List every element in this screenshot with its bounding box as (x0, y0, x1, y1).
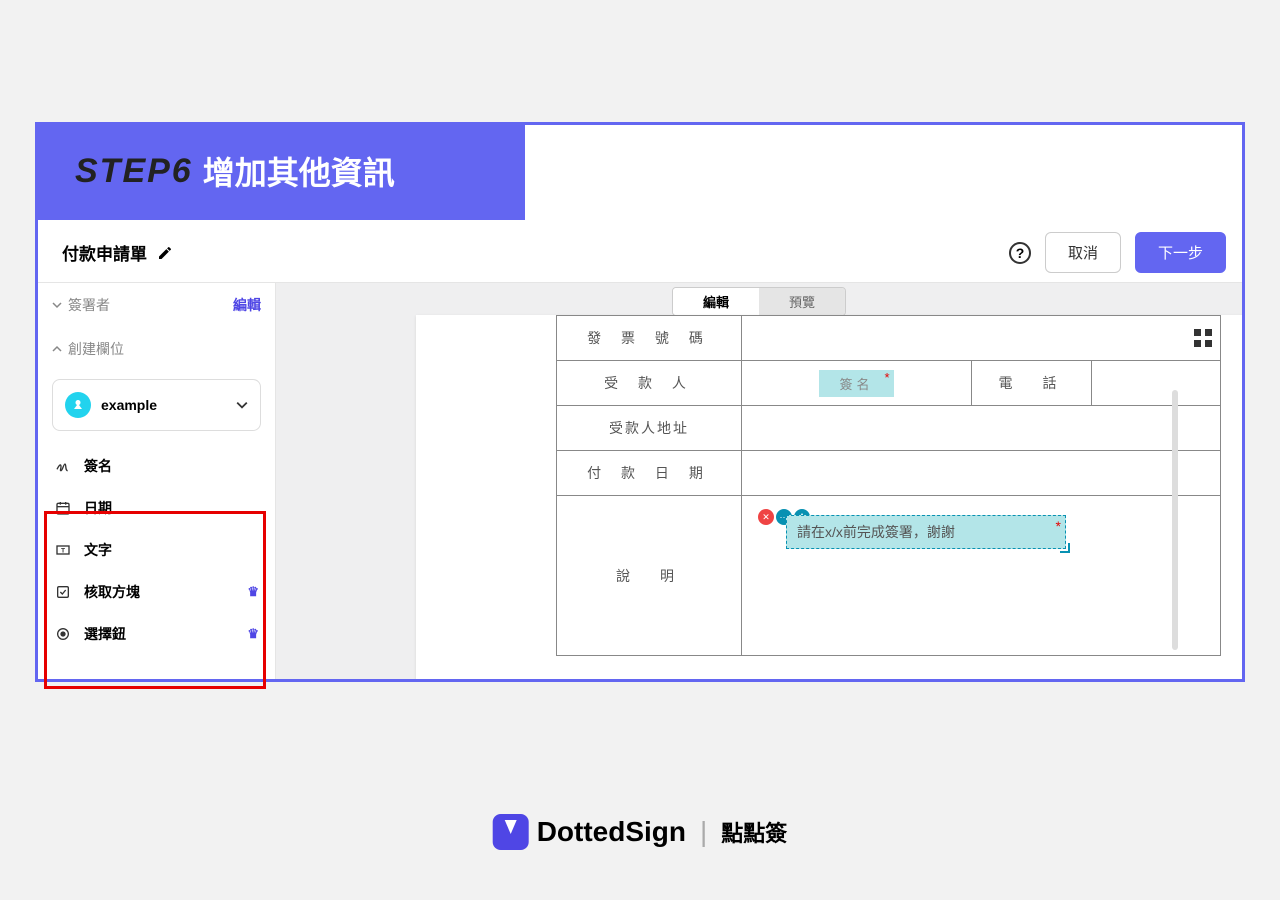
form-table: 發 票 號 碼 受 款 人 簽名 * 電 話 受款人地址 付 款 (556, 315, 1221, 656)
chevron-down-icon (52, 300, 62, 310)
field-checkbox-label: 核取方塊 (84, 582, 140, 602)
signer-avatar (65, 392, 91, 418)
signer-name: example (101, 397, 157, 413)
document-title: 付款申請單 (62, 240, 173, 265)
field-radio[interactable]: 選擇鈕 ♛ (38, 613, 275, 655)
brand-footer: DottedSign | 點點簽 (493, 814, 788, 850)
field-date[interactable]: 日期 (38, 487, 275, 529)
checkbox-icon (54, 583, 72, 601)
grid-view-icon[interactable] (1194, 329, 1212, 347)
field-signature[interactable]: 簽名 (38, 445, 275, 487)
field-radio-label: 選擇鈕 (84, 624, 126, 644)
scrollbar[interactable] (1172, 390, 1178, 650)
row-paydate-label: 付 款 日 期 (557, 451, 742, 496)
field-signature-label: 簽名 (84, 456, 112, 476)
edit-icon[interactable] (157, 245, 173, 261)
row-desc-label: 說 明 (557, 496, 742, 656)
chevron-up-icon (52, 344, 62, 354)
chevron-down-icon (236, 399, 248, 411)
field-checkbox[interactable]: 核取方塊 ♛ (38, 571, 275, 613)
signers-label: 簽署者 (68, 295, 110, 315)
text-field-instance[interactable]: 請在x/x前完成簽署，謝謝 * (786, 515, 1066, 549)
radio-icon (54, 625, 72, 643)
field-text[interactable]: T 文字 (38, 529, 275, 571)
tab-preview[interactable]: 預覽 (759, 288, 845, 315)
signer-selector[interactable]: example (52, 379, 261, 431)
help-icon[interactable]: ? (1009, 242, 1031, 264)
view-tabs: 編輯 預覽 (672, 287, 846, 316)
document-title-text: 付款申請單 (62, 240, 147, 265)
brand-name: DottedSign (537, 816, 686, 848)
create-fields-section-header[interactable]: 創建欄位 (38, 327, 275, 371)
signature-field-placeholder[interactable]: 簽名 * (819, 370, 893, 397)
step-banner: STEP6 增加其他資訊 (35, 122, 525, 220)
svg-text:T: T (61, 548, 65, 555)
field-text-label: 文字 (84, 540, 112, 560)
step-number: STEP6 (75, 152, 193, 191)
brand-logo-icon (493, 814, 529, 850)
resize-handle[interactable] (1060, 543, 1070, 553)
create-fields-label: 創建欄位 (68, 339, 124, 359)
tab-edit[interactable]: 編輯 (673, 288, 759, 315)
document-page[interactable]: 發 票 號 碼 受 款 人 簽名 * 電 話 受款人地址 付 款 (416, 315, 1242, 679)
row-address-label: 受款人地址 (557, 406, 742, 451)
cancel-button[interactable]: 取消 (1045, 232, 1121, 273)
row-payee-label: 受 款 人 (557, 361, 742, 406)
field-palette: 簽名 日期 T 文字 核取方塊 ♛ 選擇鈕 ♛ (38, 445, 275, 655)
edit-signers-link[interactable]: 編輯 (233, 295, 261, 315)
sidebar: 簽署者 編輯 創建欄位 example 簽名 (38, 283, 276, 679)
required-mark: * (1056, 518, 1061, 534)
calendar-icon (54, 499, 72, 517)
text-icon: T (54, 541, 72, 559)
step-title: 增加其他資訊 (203, 148, 395, 194)
crown-icon: ♛ (247, 584, 259, 600)
editor-canvas[interactable]: 編輯 預覽 發 票 號 碼 受 款 人 簽名 * 電 話 (276, 283, 1242, 679)
row-phone-label: 電 話 (972, 361, 1092, 406)
delete-field-icon[interactable]: ✕ (758, 509, 774, 525)
required-mark: * (884, 370, 889, 385)
signature-icon (54, 457, 72, 475)
row-invoice-label: 發 票 號 碼 (557, 316, 742, 361)
signers-section-header[interactable]: 簽署者 編輯 (38, 283, 275, 327)
topbar: 付款申請單 ? 取消 下一步 (38, 223, 1242, 283)
crown-icon: ♛ (247, 626, 259, 642)
field-date-label: 日期 (84, 498, 112, 518)
brand-name-cn: 點點簽 (721, 816, 787, 848)
next-button[interactable]: 下一步 (1135, 232, 1226, 273)
